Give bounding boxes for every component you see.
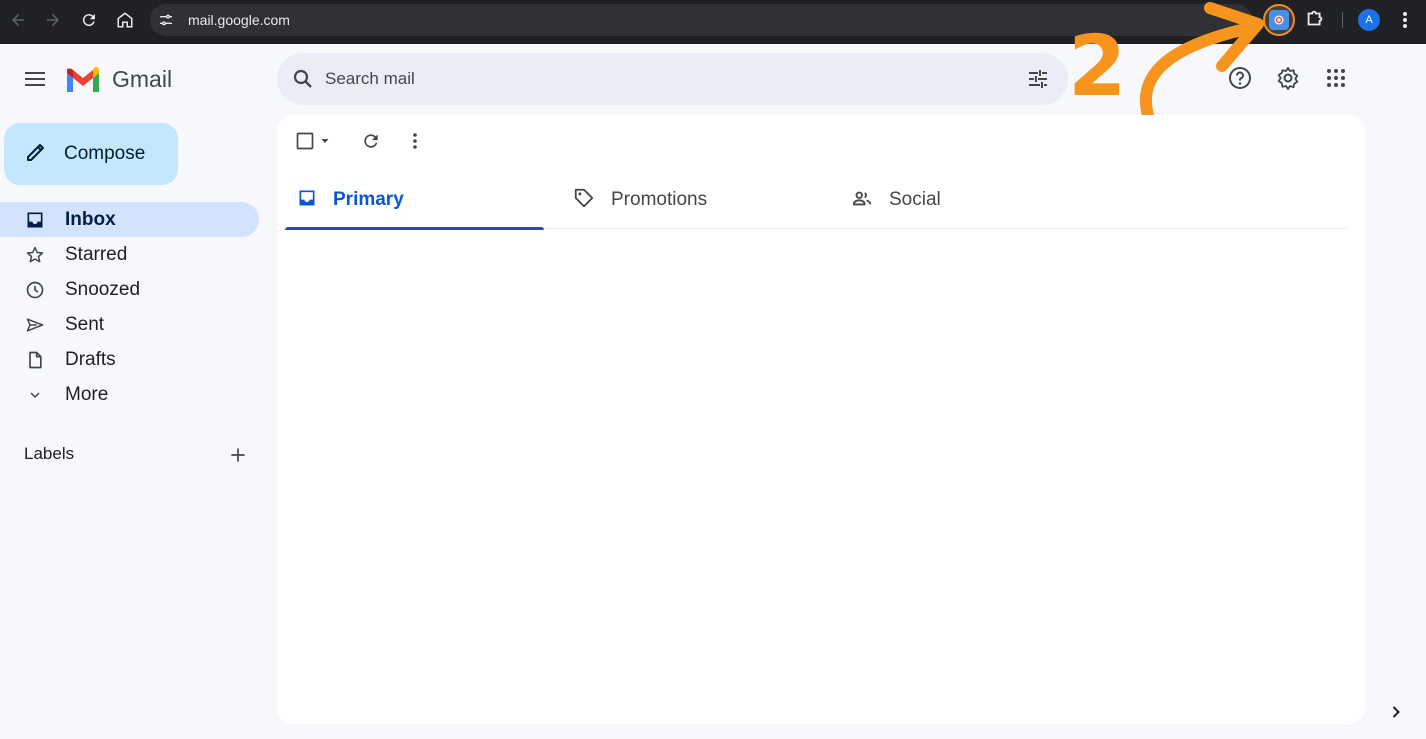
refresh-icon[interactable] xyxy=(361,131,381,151)
home-icon[interactable] xyxy=(113,8,137,32)
sidebar-item-label: Sent xyxy=(65,313,105,335)
app-name[interactable]: Gmail xyxy=(112,66,172,93)
tab-primary[interactable]: Primary xyxy=(285,171,544,230)
labels-heading: Labels xyxy=(24,444,75,463)
sidebar-item-more[interactable]: More xyxy=(0,377,259,412)
profile-avatar[interactable]: A xyxy=(1358,9,1380,31)
sidebar-item-label: More xyxy=(65,383,109,405)
tab-label: Social xyxy=(889,189,941,210)
chevron-down-icon xyxy=(24,384,46,406)
apps-grid-icon[interactable] xyxy=(1323,65,1349,91)
main-menu-icon[interactable] xyxy=(20,64,50,94)
caret-down-icon xyxy=(321,139,329,143)
tab-label: Promotions xyxy=(611,189,708,210)
compose-button[interactable]: Compose xyxy=(4,123,178,185)
annotation-step-number: 2 xyxy=(1068,17,1127,115)
people-icon xyxy=(851,187,873,214)
extensions-puzzle-icon[interactable] xyxy=(1304,8,1326,30)
more-options-icon[interactable] xyxy=(405,131,425,151)
star-icon xyxy=(24,244,46,266)
select-all-checkbox[interactable] xyxy=(295,131,331,151)
sidebar-nav: Inbox Starred Snoozed Sent Drafts More xyxy=(0,202,259,412)
browser-menu-icon[interactable] xyxy=(1396,8,1414,32)
sidebar-item-label: Inbox xyxy=(65,208,116,230)
sidebar-item-drafts[interactable]: Drafts xyxy=(0,342,259,377)
sidebar-item-sent[interactable]: Sent xyxy=(0,307,259,342)
category-tabs: Primary Promotions Social xyxy=(285,171,1348,230)
search-input[interactable] xyxy=(325,63,1005,95)
tab-promotions[interactable]: Promotions xyxy=(561,171,820,229)
tag-icon xyxy=(573,187,595,214)
tab-label: Primary xyxy=(333,189,404,210)
compose-label: Compose xyxy=(64,143,146,164)
sidebar-item-starred[interactable]: Starred xyxy=(0,237,259,272)
send-icon xyxy=(24,314,46,336)
inbox-icon xyxy=(24,209,46,231)
sidebar-item-label: Drafts xyxy=(65,348,116,370)
back-arrow-icon[interactable] xyxy=(6,8,30,32)
add-label-icon[interactable] xyxy=(228,445,248,470)
pencil-icon xyxy=(24,140,48,169)
inbox-icon xyxy=(297,188,317,213)
gmail-logo-icon[interactable] xyxy=(65,66,101,94)
search-bar[interactable] xyxy=(277,53,1068,105)
site-settings-icon[interactable] xyxy=(158,12,174,28)
toolbar-divider xyxy=(1342,12,1343,28)
sidebar-item-snoozed[interactable]: Snoozed xyxy=(0,272,259,307)
settings-gear-icon[interactable] xyxy=(1275,65,1301,91)
draft-icon xyxy=(24,349,46,371)
sidebar-item-label: Snoozed xyxy=(65,278,141,300)
url-text: mail.google.com xyxy=(188,12,290,28)
chevron-right-icon[interactable] xyxy=(1386,702,1406,727)
tab-social[interactable]: Social xyxy=(839,171,1098,229)
help-icon[interactable] xyxy=(1227,65,1253,91)
clock-icon xyxy=(24,279,46,301)
search-filter-icon[interactable] xyxy=(1026,67,1050,96)
sidebar-item-label: Starred xyxy=(65,243,128,265)
sidebar-item-inbox[interactable]: Inbox xyxy=(0,202,259,237)
forward-arrow-icon[interactable] xyxy=(41,8,65,32)
search-icon[interactable] xyxy=(291,67,315,96)
reload-icon[interactable] xyxy=(77,8,101,32)
message-list-panel: Primary Promotions Social xyxy=(277,115,1365,724)
